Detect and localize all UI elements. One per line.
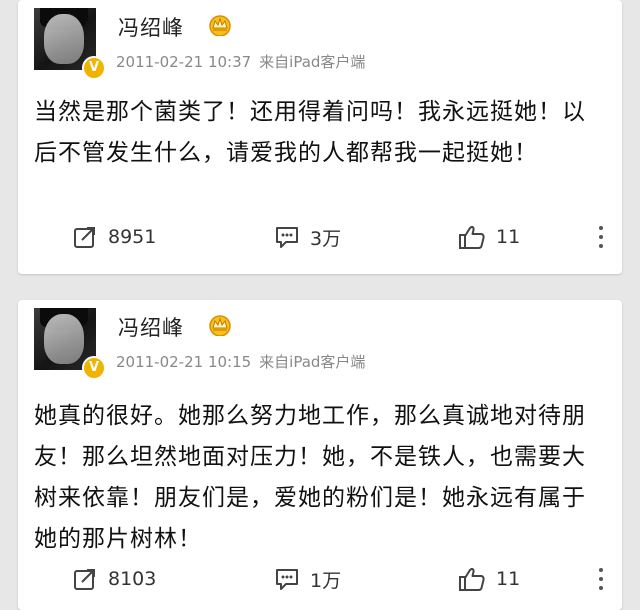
comment-button[interactable]: 1万 <box>274 566 341 592</box>
more-vertical-icon[interactable] <box>598 568 604 590</box>
like-button[interactable]: 11 <box>458 224 520 250</box>
comment-count: 3万 <box>310 227 342 250</box>
post-date: 2011-02-21 10:37 <box>116 53 252 71</box>
like-count: 11 <box>496 568 521 590</box>
repost-button[interactable]: 8951 <box>72 224 156 250</box>
repost-count: 8951 <box>108 226 157 248</box>
repost-count: 8103 <box>108 568 157 590</box>
post-actions: 8103 1万 11 <box>18 546 622 610</box>
post-meta: 2011-02-21 10:15 来自iPad客户端 <box>116 351 365 372</box>
like-button[interactable]: 11 <box>458 566 520 592</box>
comment-icon <box>276 569 298 590</box>
repost-button[interactable]: 8103 <box>72 566 156 592</box>
comment-icon <box>276 227 298 248</box>
like-count: 11 <box>496 226 521 248</box>
crown-icon <box>209 15 231 36</box>
weibo-post-2: V 冯绍峰 2011-02-21 10:15 来自iPad客户端 她真的很好。她那… <box>18 300 622 610</box>
thumbs-up-icon <box>459 567 485 591</box>
verified-v-icon: V <box>82 56 106 80</box>
post-source: 来自iPad客户端 <box>259 53 366 71</box>
comment-button[interactable]: 3万 <box>274 224 341 250</box>
crown-icon <box>209 315 231 336</box>
post-actions: 8951 3万 11 <box>18 204 622 268</box>
post-text: 当然是那个菌类了！还用得着问吗！我永远挺她！以后不管发生什么，请爱我的人都帮我一… <box>34 99 586 166</box>
avatar-face <box>44 314 84 364</box>
comment-count: 1万 <box>310 569 342 592</box>
repost-icon <box>74 227 95 248</box>
post-text: 她真的很好。她那么努力地工作，那么真诚地对待朋友！那么坦然地面对压力！她，不是铁… <box>34 403 586 552</box>
avatar-face <box>44 14 84 64</box>
author-name[interactable]: 冯绍峰 <box>118 312 184 342</box>
repost-icon <box>74 569 95 590</box>
thumbs-up-icon <box>459 225 485 249</box>
more-vertical-icon[interactable] <box>598 226 604 248</box>
verified-v-icon: V <box>82 356 106 380</box>
post-meta: 2011-02-21 10:37 来自iPad客户端 <box>116 51 365 72</box>
weibo-post-1: V 冯绍峰 2011-02-21 10:37 来自iPad客户端 当然是那个菌类了… <box>18 0 622 274</box>
author-name[interactable]: 冯绍峰 <box>118 12 184 42</box>
post-source: 来自iPad客户端 <box>259 353 366 371</box>
post-date: 2011-02-21 10:15 <box>116 353 252 371</box>
